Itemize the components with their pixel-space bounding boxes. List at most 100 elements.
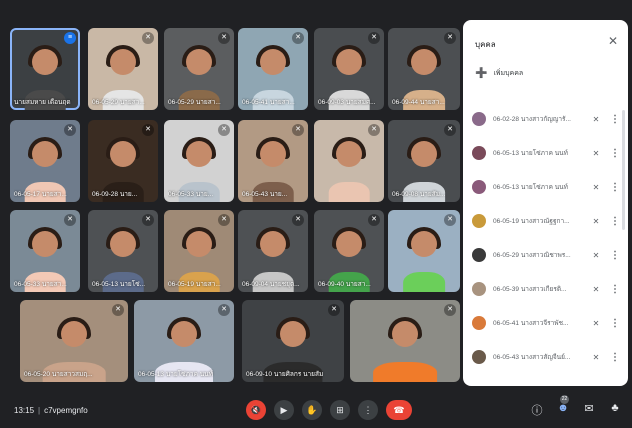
participant-face [32,141,58,168]
participant-tile[interactable]: ✕ 06-05-29 นายสา... [164,28,234,110]
mic-off-icon[interactable]: ✕ [589,285,603,294]
mic-off-icon: ✕ [218,214,230,226]
participant-face [392,321,418,348]
mic-toggle-button[interactable]: 🔇 [246,400,266,420]
chat-button[interactable]: ✉ [582,402,596,418]
participant-tile[interactable]: ✕ 06-05-17 นายสา... [10,120,80,202]
participant-avatar [472,112,486,126]
more-vert-icon[interactable]: ⋮ [610,114,620,125]
mic-off-icon[interactable]: ✕ [589,149,603,158]
participant-row[interactable]: 06-05-13 นายโซ่ภาค นนท์ ✕ ⋮ [463,136,628,170]
participant-name: 06-05-13 นายโซ่ภาค นนท์ [138,371,213,378]
participant-tile[interactable]: ✕ 06-09-04 นายชยุต... [238,210,308,292]
mic-off-icon[interactable]: ✕ [589,353,603,362]
participant-tile[interactable]: ✕ 06-09-40 นายสา... [314,210,384,292]
end-call-button[interactable]: ☎ [386,400,412,420]
participant-tile[interactable]: ✕ 06-05-29 นายสา... [88,28,158,110]
panel-title: บุคคล [475,40,496,49]
participant-tile[interactable]: ≡ นายสมหาย เดือนฤด [10,28,80,110]
raise-hand-button[interactable]: ✋ [302,400,322,420]
participant-tile[interactable]: ✕ [314,120,384,202]
participant-tile[interactable]: ✕ 06-09-44 นายสา... [388,28,460,110]
participant-tile[interactable]: ✕ 06-09-10 นายศิลกร นายสัม [242,300,344,382]
participant-tile[interactable]: ✕ [388,210,460,292]
participant-tile[interactable]: ✕ 06-05-19 นายสา... [164,210,234,292]
mic-off-icon[interactable]: ✕ [589,217,603,226]
participant-tile[interactable]: ✕ 06-05-33 นาย... [164,120,234,202]
speaking-icon: ≡ [64,32,76,44]
participant-row[interactable]: 06-05-43 นางสาวสัญจีนย์... ✕ ⋮ [463,340,628,374]
more-options-button[interactable]: ⋮ [358,400,378,420]
participant-row-name: 06-05-13 นายโซ่ภาค นนท์ [493,184,568,191]
participant-name: 06-05-43 นาย... [242,191,288,198]
present-icon: ⊞ [336,405,344,415]
people-button[interactable]: 22 ☻ [556,395,570,418]
participant-face [411,231,437,258]
mic-off-icon: ✕ [444,304,456,316]
meeting-details-button[interactable]: ⓘ [530,402,544,418]
mic-off-icon[interactable]: ✕ [589,251,603,260]
panel-scrollbar[interactable] [622,110,625,230]
participant-name: 06-05-33 นายสา... [14,281,67,288]
participant-avatar [472,282,486,296]
participant-tile[interactable]: ✕ 06-05-20 นายสาวสมฤ... [20,300,128,382]
close-icon[interactable]: ✕ [608,34,618,48]
participant-row[interactable]: 06-05-41 นางสาวจีราพัช... ✕ ⋮ [463,306,628,340]
bottom-bar: 13:15 | c7vpemgnfo 🔇 ▶ ✋ ⊞ ⋮ ☎ ⓘ 22 ☻ ✉ ♣ [0,392,632,428]
participant-tile[interactable]: ✕ 06-09-08 นายสัม... [388,120,460,202]
side-controls: ⓘ 22 ☻ ✉ ♣ [530,395,622,418]
add-people-label: เพิ่มบุคคล [493,70,524,77]
participant-row[interactable]: 06-05-29 นางสาวณิชาพร... ✕ ⋮ [463,238,628,272]
participant-name: 06-05-19 นายสา... [168,281,221,288]
activities-button[interactable]: ♣ [608,402,622,418]
participant-row[interactable]: 06-05-39 นางสาวเกียรติ... ✕ ⋮ [463,272,628,306]
participant-face [110,231,136,258]
mic-off-icon: ✕ [218,304,230,316]
participant-name: 06-05-17 นายสา... [14,191,67,198]
mic-off-icon: ✕ [292,214,304,226]
participant-row[interactable]: 06-05-13 นายโซ่ภาค นนท์ ✕ ⋮ [463,170,628,204]
more-vert-icon[interactable]: ⋮ [610,250,620,261]
present-button[interactable]: ⊞ [330,400,350,420]
mic-off-icon: ✕ [292,32,304,44]
more-vert-icon[interactable]: ⋮ [610,216,620,227]
participant-tile[interactable]: ✕ [350,300,460,382]
participant-tile[interactable]: ✕ 06-09-28 นาย... [88,120,158,202]
mic-off-icon: ✕ [142,214,154,226]
participant-name: นายสมหาย เดือนฤด [14,99,71,106]
participant-face [260,141,286,168]
participant-tile[interactable]: ✕ 06-09-03 นายสมศ... [314,28,384,110]
participant-count-badge: 22 [560,395,569,404]
add-people-button[interactable]: ➕ เพิ่มบุคคล [475,68,523,79]
participant-face [110,141,136,168]
participant-face [336,49,362,76]
more-vert-icon[interactable]: ⋮ [610,148,620,159]
participant-tile[interactable]: ✕ 06-05-43 นาย... [238,120,308,202]
participant-row[interactable]: 06-02-28 นางสาวกัญญารั... ✕ ⋮ [463,102,628,136]
camera-toggle-button[interactable]: ▶ [274,400,294,420]
mic-off-icon: ✕ [218,124,230,136]
mic-off-icon[interactable]: ✕ [589,319,603,328]
participant-face [411,49,437,76]
participant-face [280,321,306,348]
participant-tile[interactable]: ✕ 06-05-13 นายโซ่... [88,210,158,292]
participant-body [328,181,370,202]
participant-face [336,141,362,168]
mic-off-icon[interactable]: ✕ [589,183,603,192]
more-vert-icon[interactable]: ⋮ [610,352,620,363]
participant-list: 06-02-28 นางสาวกัญญารั... ✕ ⋮ 06-05-13 นายโ… [463,102,628,374]
mic-off-icon[interactable]: ✕ [589,115,603,124]
participant-avatar [472,316,486,330]
participant-tile[interactable]: ✕ 06-05-41 นายสา... [238,28,308,110]
mic-off-icon: ✕ [64,214,76,226]
participant-row-name: 06-02-28 นางสาวกัญญารั... [493,116,571,123]
participant-name: 06-09-28 นาย... [92,191,138,198]
participant-row[interactable]: 06-05-19 นางสาวณัฐฐกา... ✕ ⋮ [463,204,628,238]
more-vert-icon[interactable]: ⋮ [610,284,620,295]
more-vert-icon[interactable]: ⋮ [610,182,620,193]
participant-tile[interactable]: ✕ 06-05-33 นายสา... [10,210,80,292]
more-vert-icon[interactable]: ⋮ [610,318,620,329]
participant-face [32,231,58,258]
participant-tile[interactable]: ✕ 06-05-13 นายโซ่ภาค นนท์ [134,300,234,382]
participant-name: 06-09-40 นายสา... [318,281,371,288]
